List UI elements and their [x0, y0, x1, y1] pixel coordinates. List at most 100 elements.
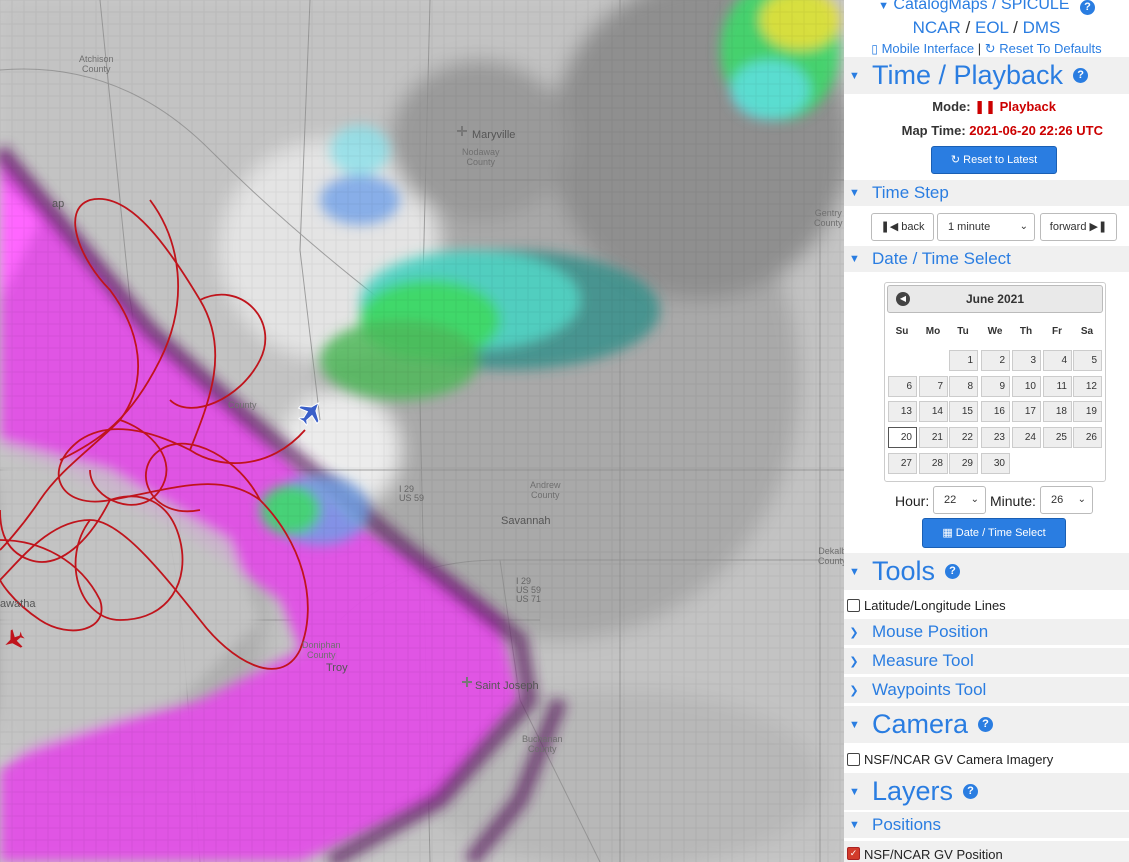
ncar-link[interactable]: NCAR: [913, 18, 961, 37]
calendar-day[interactable]: 18: [1043, 401, 1072, 422]
calendar-dow-4: Th: [1019, 326, 1033, 337]
refresh-icon: ↻: [984, 41, 996, 56]
section-time-step[interactable]: ▼ Time Step: [844, 180, 1129, 207]
map-time-value: 2021-06-20 22:26 UTC: [969, 123, 1103, 138]
calendar-day[interactable]: 28: [919, 453, 948, 474]
help-icon[interactable]: ?: [1073, 68, 1089, 83]
calendar-dow-3: We: [987, 326, 1003, 337]
time-step-select[interactable]: 1 minute ⌄: [937, 213, 1035, 241]
section-title: Time / Playback: [872, 60, 1064, 90]
step-forward-button[interactable]: forward ▶❚: [1040, 213, 1117, 241]
gv-camera-checkbox[interactable]: [847, 753, 860, 766]
calendar-day[interactable]: 24: [1012, 427, 1041, 448]
calendar-day[interactable]: 23: [981, 427, 1010, 448]
section-date-time-select[interactable]: ▼ Date / Time Select: [844, 246, 1129, 273]
help-icon[interactable]: ?: [963, 784, 979, 799]
hour-minute-row: Hour: 22 ⌄ Minute: 26 ⌄: [844, 486, 1129, 516]
chevron-down-icon: ⌄: [1019, 221, 1028, 232]
map-time-row: Map Time: 2021-06-20 22:26 UTC: [844, 123, 1129, 138]
calendar-day[interactable]: 4: [1043, 350, 1072, 371]
calendar-day[interactable]: 30: [981, 453, 1010, 474]
map-label-gentry: Gentry County: [814, 208, 843, 228]
calendar-day[interactable]: 22: [949, 427, 978, 448]
calendar-day[interactable]: 16: [981, 401, 1010, 422]
date-time-select-button[interactable]: ▦ Date / Time Select: [922, 518, 1066, 548]
section-positions[interactable]: ▼ Positions: [844, 812, 1129, 839]
calendar-day[interactable]: 2: [981, 350, 1010, 371]
util-links: ▯ Mobile Interface | ↻ Reset To Defaults: [844, 41, 1129, 57]
calendar-day[interactable]: 5: [1073, 350, 1102, 371]
catalog-maps-link[interactable]: CatalogMaps / SPICULE: [893, 0, 1069, 13]
control-panel: ▼ CatalogMaps / SPICULE ? NCAR / EOL / D…: [844, 0, 1129, 862]
section-layers[interactable]: ▼ Layers ?: [844, 773, 1129, 811]
calendar-day[interactable]: 8: [949, 376, 978, 397]
section-title: Date / Time Select: [872, 249, 1011, 268]
mode-label: Mode:: [932, 99, 971, 114]
mobile-icon: ▯: [871, 42, 878, 56]
map-view[interactable]: Atchison County Nodaway County Andrew Co…: [0, 0, 844, 862]
section-title: Waypoints Tool: [872, 680, 987, 699]
calendar-day[interactable]: 7: [919, 376, 948, 397]
step-back-button[interactable]: ❚◀ back: [871, 213, 934, 241]
calendar-day[interactable]: 11: [1043, 376, 1072, 397]
chevron-down-icon: ▼: [849, 785, 860, 798]
reset-defaults-link[interactable]: Reset To Defaults: [999, 41, 1101, 56]
calendar-day[interactable]: 29: [949, 453, 978, 474]
map-label-dekalb: Dekalb County: [818, 546, 844, 566]
section-title: Tools: [872, 556, 936, 586]
city-tarkio: ap: [52, 198, 65, 210]
chevron-down-icon: ▼: [849, 69, 860, 82]
dms-link[interactable]: DMS: [1023, 18, 1061, 37]
reset-to-latest-button[interactable]: ↻ Reset to Latest: [931, 146, 1057, 174]
calendar-day[interactable]: 10: [1012, 376, 1041, 397]
city-saint-joseph: Saint Joseph: [475, 680, 539, 692]
calendar-day[interactable]: 14: [919, 401, 948, 422]
step-back-label: back: [901, 221, 925, 233]
chevron-right-icon: ❯: [849, 684, 859, 697]
help-icon[interactable]: ?: [978, 717, 994, 732]
calendar-day[interactable]: 21: [919, 427, 948, 448]
section-tools[interactable]: ▼ Tools ?: [844, 553, 1129, 591]
help-icon[interactable]: ?: [945, 564, 961, 579]
reset-to-latest-label: Reset to Latest: [963, 154, 1038, 166]
calendar-dow-1: Mo: [925, 326, 941, 337]
eol-link[interactable]: EOL: [975, 18, 1008, 37]
section-waypoints-tool[interactable]: ❯ Waypoints Tool: [844, 677, 1129, 704]
minute-select[interactable]: 26 ⌄: [1040, 486, 1093, 514]
section-title: Measure Tool: [872, 651, 974, 670]
skip-back-icon: ❚◀: [880, 221, 899, 233]
calendar-day[interactable]: 26: [1073, 427, 1102, 448]
gv-position-checkbox[interactable]: ✓: [847, 847, 860, 860]
hour-select[interactable]: 22 ⌄: [933, 486, 986, 514]
section-measure-tool[interactable]: ❯ Measure Tool: [844, 648, 1129, 675]
calendar-day[interactable]: 17: [1012, 401, 1041, 422]
catalog-link-row: ▼ CatalogMaps / SPICULE ?: [844, 0, 1129, 16]
map-label-atchison: Atchison County: [79, 54, 114, 74]
section-title: Mouse Position: [872, 622, 989, 641]
chevron-down-icon: ⌄: [970, 494, 979, 505]
calendar-day[interactable]: 3: [1012, 350, 1041, 371]
calendar-dow-0: Su: [895, 326, 909, 337]
section-time-playback[interactable]: ▼ Time / Playback ?: [844, 57, 1129, 95]
chevron-down-icon: ▼: [849, 819, 860, 831]
calendar-day[interactable]: 19: [1073, 401, 1102, 422]
prev-month-icon[interactable]: ◀: [896, 292, 910, 306]
separator: |: [977, 41, 982, 56]
calendar-day[interactable]: 27: [888, 453, 917, 474]
calendar-day[interactable]: 13: [888, 401, 917, 422]
calendar-day[interactable]: 12: [1073, 376, 1102, 397]
mobile-interface-link[interactable]: Mobile Interface: [882, 41, 975, 56]
calendar-day[interactable]: 20: [888, 427, 917, 448]
calendar-day[interactable]: 9: [981, 376, 1010, 397]
calendar-day[interactable]: 6: [888, 376, 917, 397]
help-icon[interactable]: ?: [1079, 0, 1095, 15]
calendar-day[interactable]: 1: [949, 350, 978, 371]
section-mouse-position[interactable]: ❯ Mouse Position: [844, 619, 1129, 646]
hour-label: Hour:: [895, 493, 930, 509]
latlon-checkbox[interactable]: [847, 599, 860, 612]
section-camera[interactable]: ▼ Camera ?: [844, 706, 1129, 744]
calendar-day[interactable]: 15: [949, 401, 978, 422]
calendar-day[interactable]: 25: [1043, 427, 1072, 448]
chevron-down-icon: ▼: [878, 0, 889, 12]
chevron-down-icon: ▼: [849, 187, 860, 199]
